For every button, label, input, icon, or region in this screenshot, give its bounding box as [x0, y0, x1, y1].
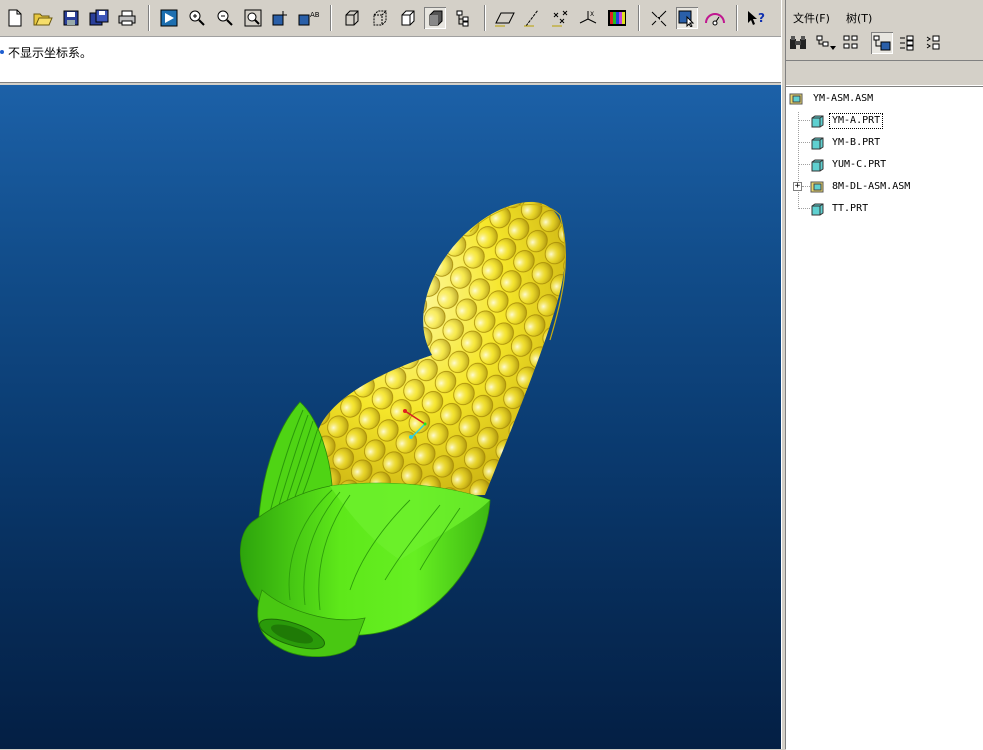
- svg-text:AB: AB: [310, 11, 320, 19]
- part-icon: [811, 115, 824, 128]
- graphics-viewport[interactable]: [0, 85, 781, 749]
- expand-toggle[interactable]: +: [793, 182, 802, 191]
- panel-menubar: 文件(F) 树(T): [786, 7, 983, 27]
- part-icon: [811, 137, 824, 150]
- model-tree-panel: 文件(F) 树(T) YM-ASM.ASM YM-A.PRT YM-B.PRT …: [786, 0, 983, 750]
- find-icon[interactable]: [787, 32, 809, 54]
- assembly-icon: [810, 181, 824, 193]
- select-filter-icon[interactable]: [648, 7, 670, 29]
- main-toolbar: AB X ?: [0, 0, 781, 37]
- assembly-icon: [789, 93, 803, 105]
- whats-this-help-icon[interactable]: ?: [746, 7, 768, 29]
- open-folder-icon[interactable]: [32, 7, 54, 29]
- part-icon: [811, 159, 824, 172]
- part-icon: [811, 203, 824, 216]
- panel-toolbar-divider: [786, 60, 983, 86]
- tree-filter-icon[interactable]: [815, 32, 837, 54]
- coord-sys-icon[interactable]: X: [578, 7, 600, 29]
- toolbar-separator: [638, 5, 640, 31]
- svg-text:?: ?: [758, 11, 765, 25]
- tree-connector: [802, 186, 810, 187]
- zoom-in-icon[interactable]: [186, 7, 208, 29]
- model-tree: YM-ASM.ASM YM-A.PRT YM-B.PRT YUM-C.PRT +…: [786, 86, 983, 750]
- show-tree-icon[interactable]: [871, 32, 893, 54]
- corn-model: [239, 201, 567, 658]
- toolbar-separator: [148, 5, 150, 31]
- datum-point-icon[interactable]: [550, 7, 572, 29]
- tree-connector: [798, 208, 810, 209]
- save-icon[interactable]: [60, 7, 82, 29]
- tree-item-part[interactable]: YM-B.PRT: [810, 136, 970, 150]
- datum-plane-icon[interactable]: [494, 7, 516, 29]
- toolbar-separator: [484, 5, 486, 31]
- tree-connector: [798, 142, 810, 143]
- tree-item-subassembly[interactable]: 8M-DL-ASM.ASM: [810, 180, 970, 194]
- hidden-line-icon[interactable]: [368, 7, 390, 29]
- named-view-icon[interactable]: AB: [298, 7, 320, 29]
- menu-file[interactable]: 文件(F): [793, 10, 830, 26]
- expand-all-icon[interactable]: [896, 32, 918, 54]
- tree-connector: [798, 120, 810, 121]
- wireframe-icon[interactable]: [340, 7, 362, 29]
- save-copy-icon[interactable]: [88, 7, 110, 29]
- svg-text:X: X: [590, 11, 594, 18]
- tree-columns-icon[interactable]: [840, 32, 862, 54]
- refit-icon[interactable]: [242, 7, 264, 29]
- menu-tree[interactable]: 树(T): [846, 10, 872, 26]
- message-area: 不显示坐标系。: [0, 37, 781, 83]
- main-window: AB X ? 不显示坐标系。: [0, 0, 781, 749]
- status-message: 不显示坐标系。: [8, 46, 93, 60]
- select-by-box-icon[interactable]: [676, 7, 698, 29]
- tree-item-root-assembly[interactable]: YM-ASM.ASM: [789, 92, 979, 106]
- panel-toolbar: [786, 30, 983, 58]
- tree-item-part[interactable]: TT.PRT: [810, 202, 970, 216]
- orient-icon[interactable]: [158, 7, 180, 29]
- tree-item-part[interactable]: YUM-C.PRT: [810, 158, 970, 172]
- tree-connector: [798, 112, 799, 209]
- toolbar-separator: [736, 5, 738, 31]
- print-icon[interactable]: [116, 7, 138, 29]
- dynamic-view-icon[interactable]: [704, 7, 726, 29]
- color-appearance-icon[interactable]: [606, 7, 628, 29]
- tree-connector: [798, 164, 810, 165]
- spin-center-icon[interactable]: [270, 7, 292, 29]
- collapse-all-icon[interactable]: [923, 32, 945, 54]
- message-bullet-icon: [0, 50, 4, 54]
- shading-icon[interactable]: [424, 7, 446, 29]
- toolbar-separator: [330, 5, 332, 31]
- tree-item-part[interactable]: YM-A.PRT: [810, 113, 970, 129]
- no-hidden-icon[interactable]: [396, 7, 418, 29]
- zoom-out-icon[interactable]: [214, 7, 236, 29]
- new-file-icon[interactable]: [4, 7, 26, 29]
- datum-axis-icon[interactable]: [522, 7, 544, 29]
- model-tree-icon[interactable]: [452, 7, 474, 29]
